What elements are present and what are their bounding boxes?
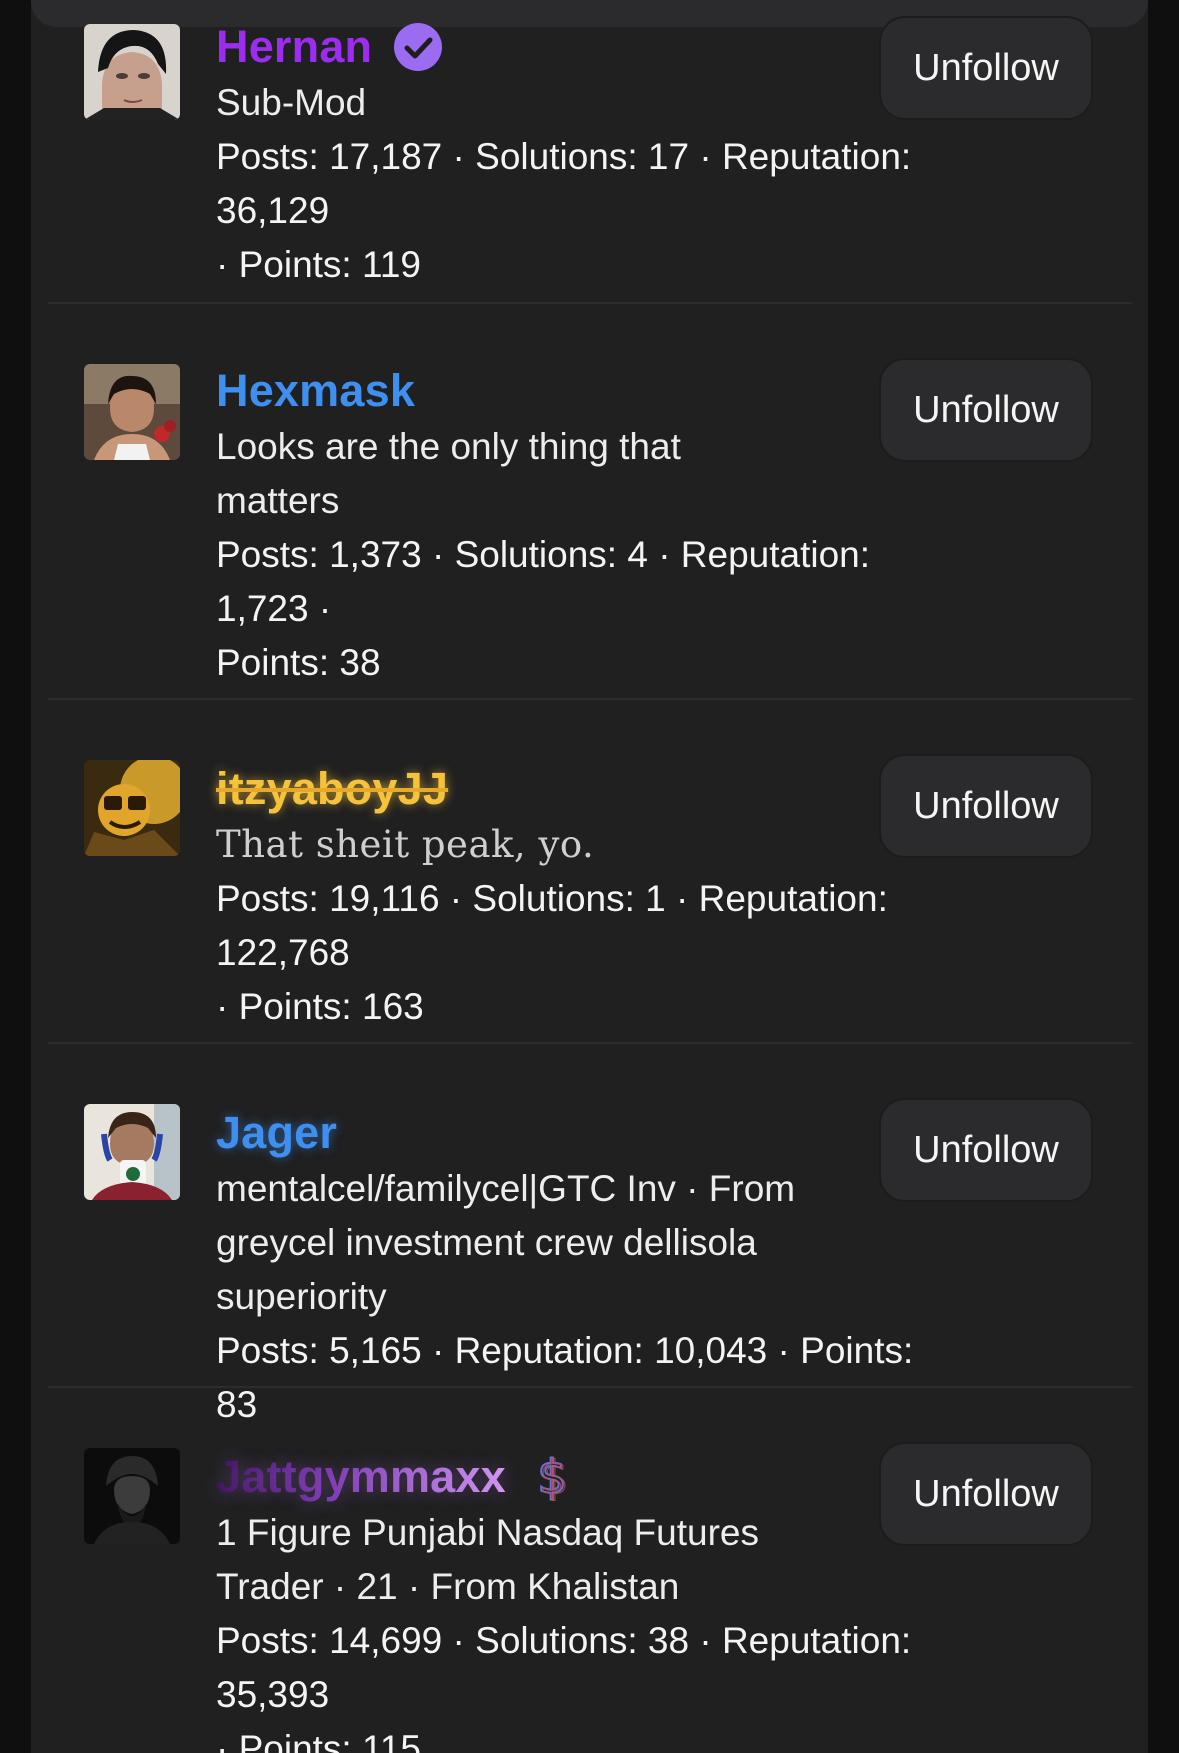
member-name[interactable]: Jattgymmaxx <box>216 1448 506 1506</box>
member-title: Sub-Mod <box>216 82 367 123</box>
member-info: Jattgymmaxx $ $ 1 Figure Punjabi Nasdaq … <box>216 1448 936 1753</box>
member-title: greycel investment crew dellisola superi… <box>216 1222 757 1317</box>
member-stats: · Points: 115 <box>216 1728 421 1753</box>
member-item-jager: Jager mentalcel/familycel|GTC Inv · From… <box>48 1042 1132 1425</box>
member-stats: Posts: 1,373 · Solutions: 4 · Reputation… <box>216 534 871 629</box>
member-info: itzyaboyJJ That sheit peak, yo. Posts: 1… <box>216 760 936 1034</box>
member-title: mentalcel/familycel|GTC Inv · From <box>216 1168 796 1209</box>
member-stats: Posts: 19,116 · Solutions: 1 · Reputatio… <box>216 878 888 973</box>
unfollow-button[interactable]: Unfollow <box>879 754 1093 858</box>
verified-check-icon <box>394 23 443 71</box>
avatar[interactable] <box>84 1104 180 1200</box>
member-item-itzyaboyjj: itzyaboyJJ That sheit peak, yo. Posts: 1… <box>48 698 1132 1044</box>
member-stats: Points: 38 <box>216 642 381 683</box>
member-stats: Posts: 14,699 · Solutions: 38 · Reputati… <box>216 1620 912 1715</box>
avatar[interactable] <box>84 1448 180 1544</box>
member-info: Hernan Sub-Mod Posts: 17,187 · Solutions… <box>216 18 936 292</box>
member-item-hexmask: Hexmask Looks are the only thing that ma… <box>48 302 1132 700</box>
unfollow-button[interactable]: Unfollow <box>879 1442 1093 1546</box>
dollar-sign-icon: $ $ <box>536 1453 569 1501</box>
member-title: That sheit peak, yo. <box>216 823 595 866</box>
member-name[interactable]: Jager <box>216 1104 337 1162</box>
avatar[interactable] <box>84 364 180 460</box>
member-title: Trader · 21 · From Khalistan <box>216 1566 680 1607</box>
member-title: 1 Figure Punjabi Nasdaq Futures <box>216 1512 759 1553</box>
avatar[interactable] <box>84 760 180 856</box>
unfollow-button[interactable]: Unfollow <box>879 358 1093 462</box>
member-info: Jager mentalcel/familycel|GTC Inv · From… <box>216 1104 936 1432</box>
member-stats: · Points: 163 <box>216 986 424 1027</box>
member-name[interactable]: Hexmask <box>216 362 415 420</box>
member-name[interactable]: itzyaboyJJ <box>216 760 448 818</box>
member-title: Looks are the only thing that <box>216 426 681 467</box>
member-name[interactable]: Hernan <box>216 18 372 76</box>
member-stats: · Points: 119 <box>216 244 421 285</box>
unfollow-button[interactable]: Unfollow <box>879 16 1093 120</box>
avatar[interactable] <box>84 24 180 120</box>
svg-text:$: $ <box>539 1453 568 1501</box>
member-info: Hexmask Looks are the only thing that ma… <box>216 362 936 690</box>
unfollow-button[interactable]: Unfollow <box>879 1098 1093 1202</box>
member-stats: Posts: 17,187 · Solutions: 17 · Reputati… <box>216 136 912 231</box>
member-item-hernan: Hernan Sub-Mod Posts: 17,187 · Solutions… <box>48 0 1132 304</box>
member-item-jattgymmaxx: Jattgymmaxx $ $ 1 Figure Punjabi Nasdaq … <box>48 1386 1132 1753</box>
member-title: matters <box>216 480 340 521</box>
